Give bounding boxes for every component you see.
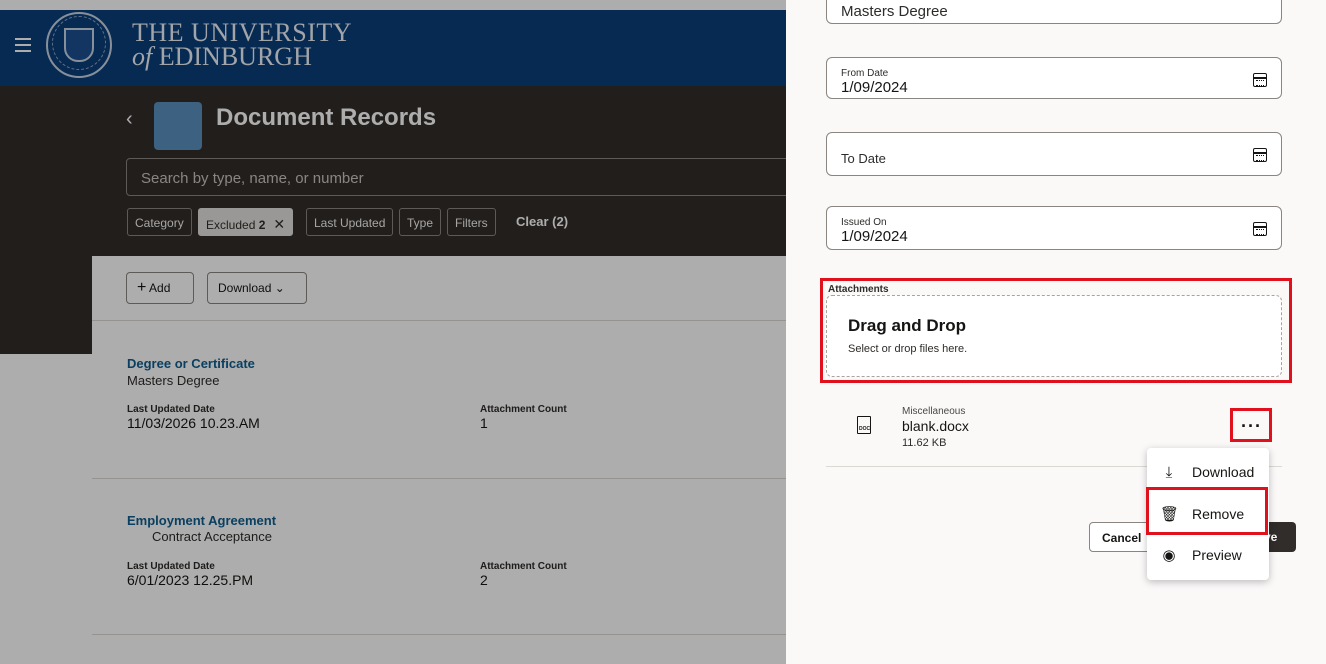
- file-category: Miscellaneous: [902, 406, 966, 417]
- file-dropzone[interactable]: [826, 295, 1282, 377]
- field-value: Masters Degree: [841, 3, 948, 20]
- main-page: THE UNIVERSITY of EDINBURGH ‹ Document R…: [0, 0, 786, 664]
- dropzone-subtitle: Select or drop files here.: [848, 343, 968, 355]
- more-actions-icon[interactable]: ···: [1241, 416, 1262, 437]
- remove-highlight: [1146, 487, 1268, 535]
- eye-icon: ◉: [1162, 547, 1176, 564]
- cancel-button[interactable]: Cancel: [1089, 522, 1153, 552]
- to-date-field[interactable]: To Date: [826, 132, 1282, 176]
- attachments-label: Attachments: [828, 284, 889, 295]
- field-label: To Date: [841, 151, 886, 166]
- field-label: Issued On: [841, 217, 887, 228]
- field-value: 1/09/2024: [841, 228, 908, 245]
- calendar-icon[interactable]: [1253, 222, 1267, 236]
- calendar-icon[interactable]: [1253, 73, 1267, 87]
- issued-on-field[interactable]: Issued On 1/09/2024: [826, 206, 1282, 250]
- download-icon: ⤓: [1165, 464, 1173, 481]
- document-name-field[interactable]: Masters Degree: [826, 0, 1282, 24]
- from-date-field[interactable]: From Date 1/09/2024: [826, 57, 1282, 99]
- dropzone-title: Drag and Drop: [848, 316, 967, 335]
- field-label: From Date: [841, 68, 889, 79]
- document-file-icon: DOC: [857, 416, 871, 434]
- calendar-icon[interactable]: [1253, 148, 1267, 162]
- file-name[interactable]: blank.docx: [902, 418, 969, 434]
- modal-overlay[interactable]: [0, 0, 786, 664]
- menu-item-download[interactable]: ⤓ Download: [1160, 464, 1255, 481]
- menu-item-preview[interactable]: ◉ Preview: [1160, 546, 1241, 564]
- file-size: 11.62 KB: [902, 437, 947, 449]
- field-value: 1/09/2024: [841, 79, 908, 96]
